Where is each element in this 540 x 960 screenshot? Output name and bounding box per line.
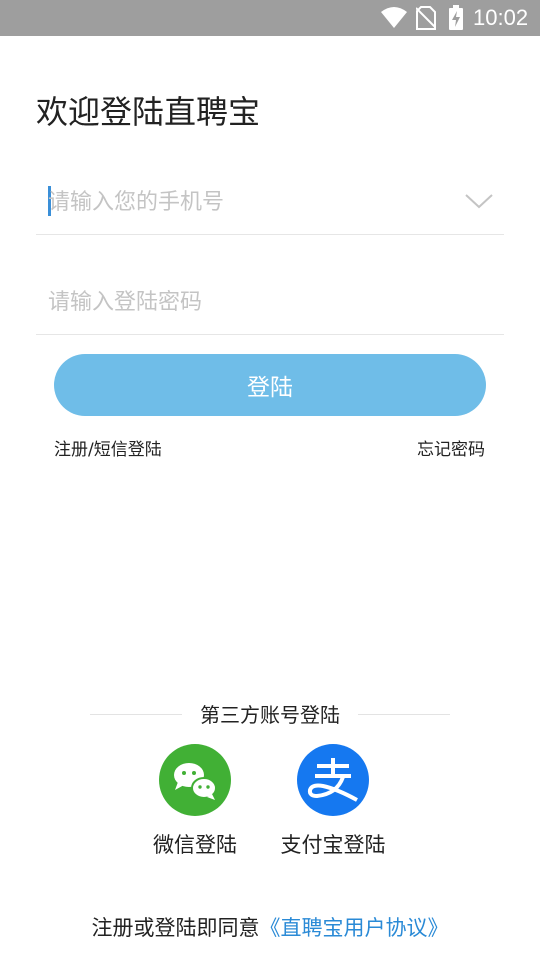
no-sim-icon — [415, 6, 437, 34]
wechat-icon[interactable] — [159, 744, 231, 816]
alipay-login-button[interactable]: 支付宝登陆 — [263, 744, 403, 860]
password-field — [36, 274, 504, 335]
forgot-password-link[interactable]: 忘记密码 — [417, 438, 485, 462]
password-input[interactable] — [48, 282, 448, 322]
battery-charging-icon — [448, 5, 464, 35]
register-sms-login-link[interactable]: 注册/短信登陆 — [54, 438, 162, 462]
status-time: 10:02 — [473, 5, 529, 30]
wechat-login-button[interactable]: 微信登陆 — [125, 744, 265, 860]
page-title: 欢迎登陆直聘宝 — [36, 93, 261, 131]
third-party-divider: 第三方账号登陆 — [90, 700, 450, 730]
phone-field — [36, 174, 504, 235]
chevron-down-icon[interactable] — [464, 190, 494, 212]
phone-input[interactable] — [48, 182, 448, 222]
alipay-login-label: 支付宝登陆 — [280, 833, 386, 857]
wechat-login-label: 微信登陆 — [153, 833, 237, 857]
wifi-icon — [380, 6, 408, 34]
agreement-prefix: 注册或登陆即同意 — [91, 916, 260, 940]
agreement-text: 注册或登陆即同意《直聘宝用户协议》 — [0, 912, 540, 944]
login-button[interactable]: 登陆 — [54, 354, 486, 416]
divider-line-right — [358, 714, 450, 715]
user-agreement-link[interactable]: 《直聘宝用户协议》 — [260, 916, 449, 940]
third-party-label: 第三方账号登陆 — [200, 703, 340, 727]
status-bar: 10:02 — [0, 0, 540, 36]
alipay-icon[interactable] — [297, 744, 369, 816]
